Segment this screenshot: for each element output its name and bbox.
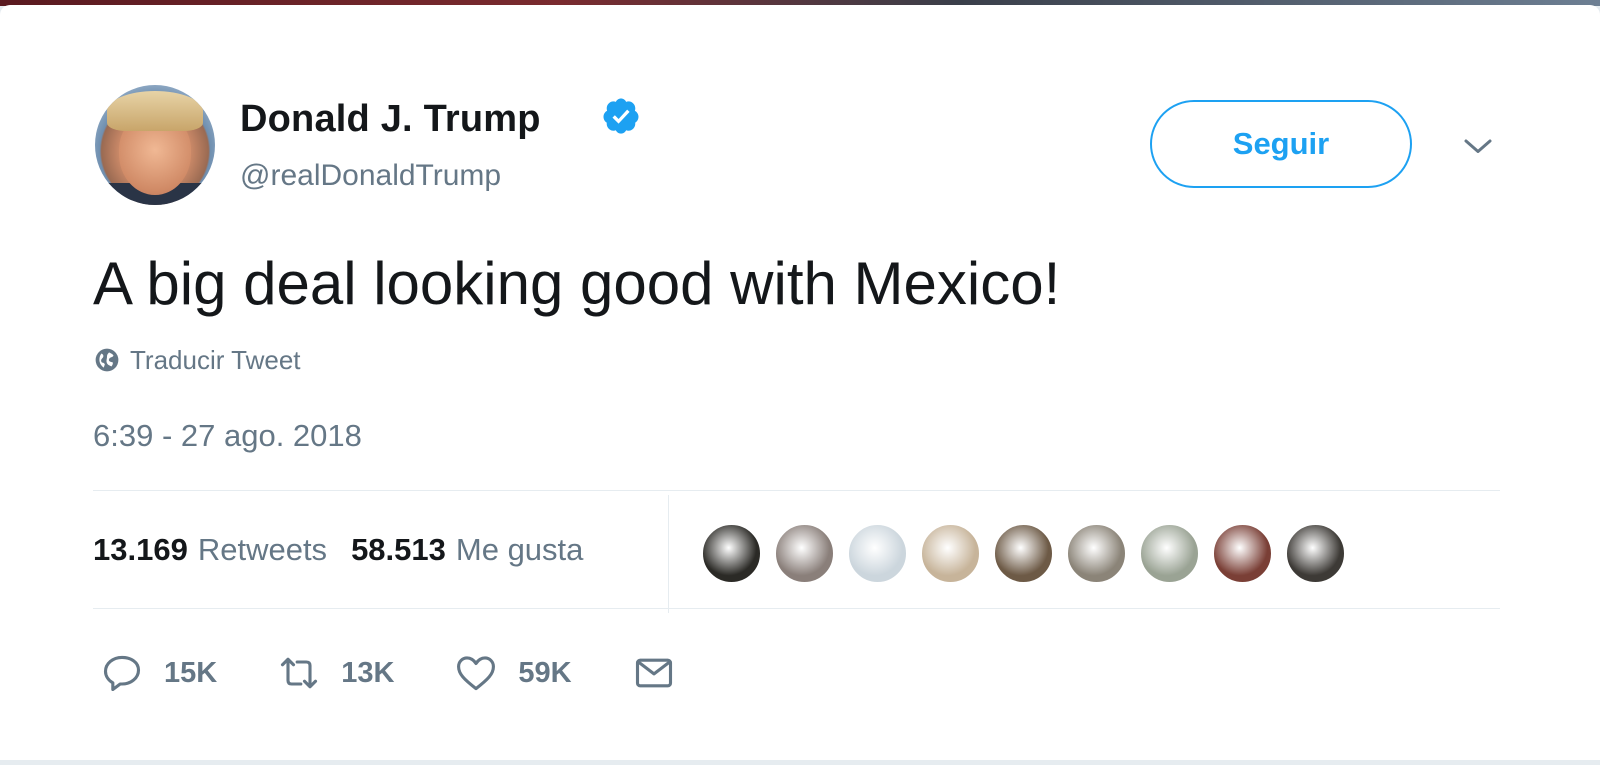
heart-icon (457, 656, 496, 691)
likes-label: Me gusta (455, 532, 584, 567)
translate-label: Traducir Tweet (130, 344, 301, 375)
translate-tweet-link[interactable]: Traducir Tweet (94, 344, 301, 376)
reply-count: 15K (164, 656, 218, 689)
chevron-down-icon[interactable] (1460, 129, 1496, 165)
tweet-card: Donald J. Trump @realDonaldTrump Seguir … (0, 5, 1600, 760)
like-count: 59K (518, 656, 572, 689)
tweet-stats: 13.169 Retweets 58.513 Me gusta (93, 532, 583, 568)
likes-count: 58.513 (351, 532, 446, 567)
retweet-button[interactable]: 13K (277, 651, 394, 695)
liker-avatar[interactable] (993, 523, 1054, 584)
reply-icon (103, 655, 141, 692)
direct-message-button[interactable] (632, 651, 676, 695)
retweet-count: 13K (341, 656, 395, 689)
liker-avatar[interactable] (701, 523, 762, 584)
liker-avatars (701, 523, 1346, 584)
liker-avatar[interactable] (920, 523, 981, 584)
liker-avatar[interactable] (1285, 523, 1346, 584)
likes-stat[interactable]: 58.513 Me gusta (351, 532, 583, 568)
avatar-hair (107, 91, 203, 131)
globe-icon (95, 348, 119, 372)
retweets-count: 13.169 (93, 532, 188, 567)
liker-avatar[interactable] (1139, 523, 1200, 584)
liker-avatar[interactable] (1212, 523, 1273, 584)
verified-badge-icon (603, 98, 639, 134)
retweets-label: Retweets (197, 532, 328, 567)
reply-button[interactable]: 15K (100, 651, 217, 695)
divider-top (93, 490, 1500, 491)
tweet-actions: 15K 13K 59K (100, 651, 736, 695)
author-handle[interactable]: @realDonaldTrump (240, 159, 501, 193)
like-button[interactable]: 59K (454, 651, 572, 695)
author-avatar[interactable] (95, 85, 215, 205)
stats-divider (668, 495, 669, 613)
tweet-timestamp[interactable]: 6:39 - 27 ago. 2018 (93, 418, 362, 454)
follow-button[interactable]: Seguir (1150, 100, 1412, 188)
divider-bottom (93, 608, 1500, 609)
author-name[interactable]: Donald J. Trump (240, 98, 541, 141)
liker-avatar[interactable] (774, 523, 835, 584)
liker-avatar[interactable] (1066, 523, 1127, 584)
envelope-icon (635, 658, 672, 688)
liker-avatar[interactable] (847, 523, 908, 584)
tweet-text: A big deal looking good with Mexico! (93, 250, 1061, 317)
retweet-icon (281, 657, 318, 689)
retweets-stat[interactable]: 13.169 Retweets (93, 532, 327, 568)
